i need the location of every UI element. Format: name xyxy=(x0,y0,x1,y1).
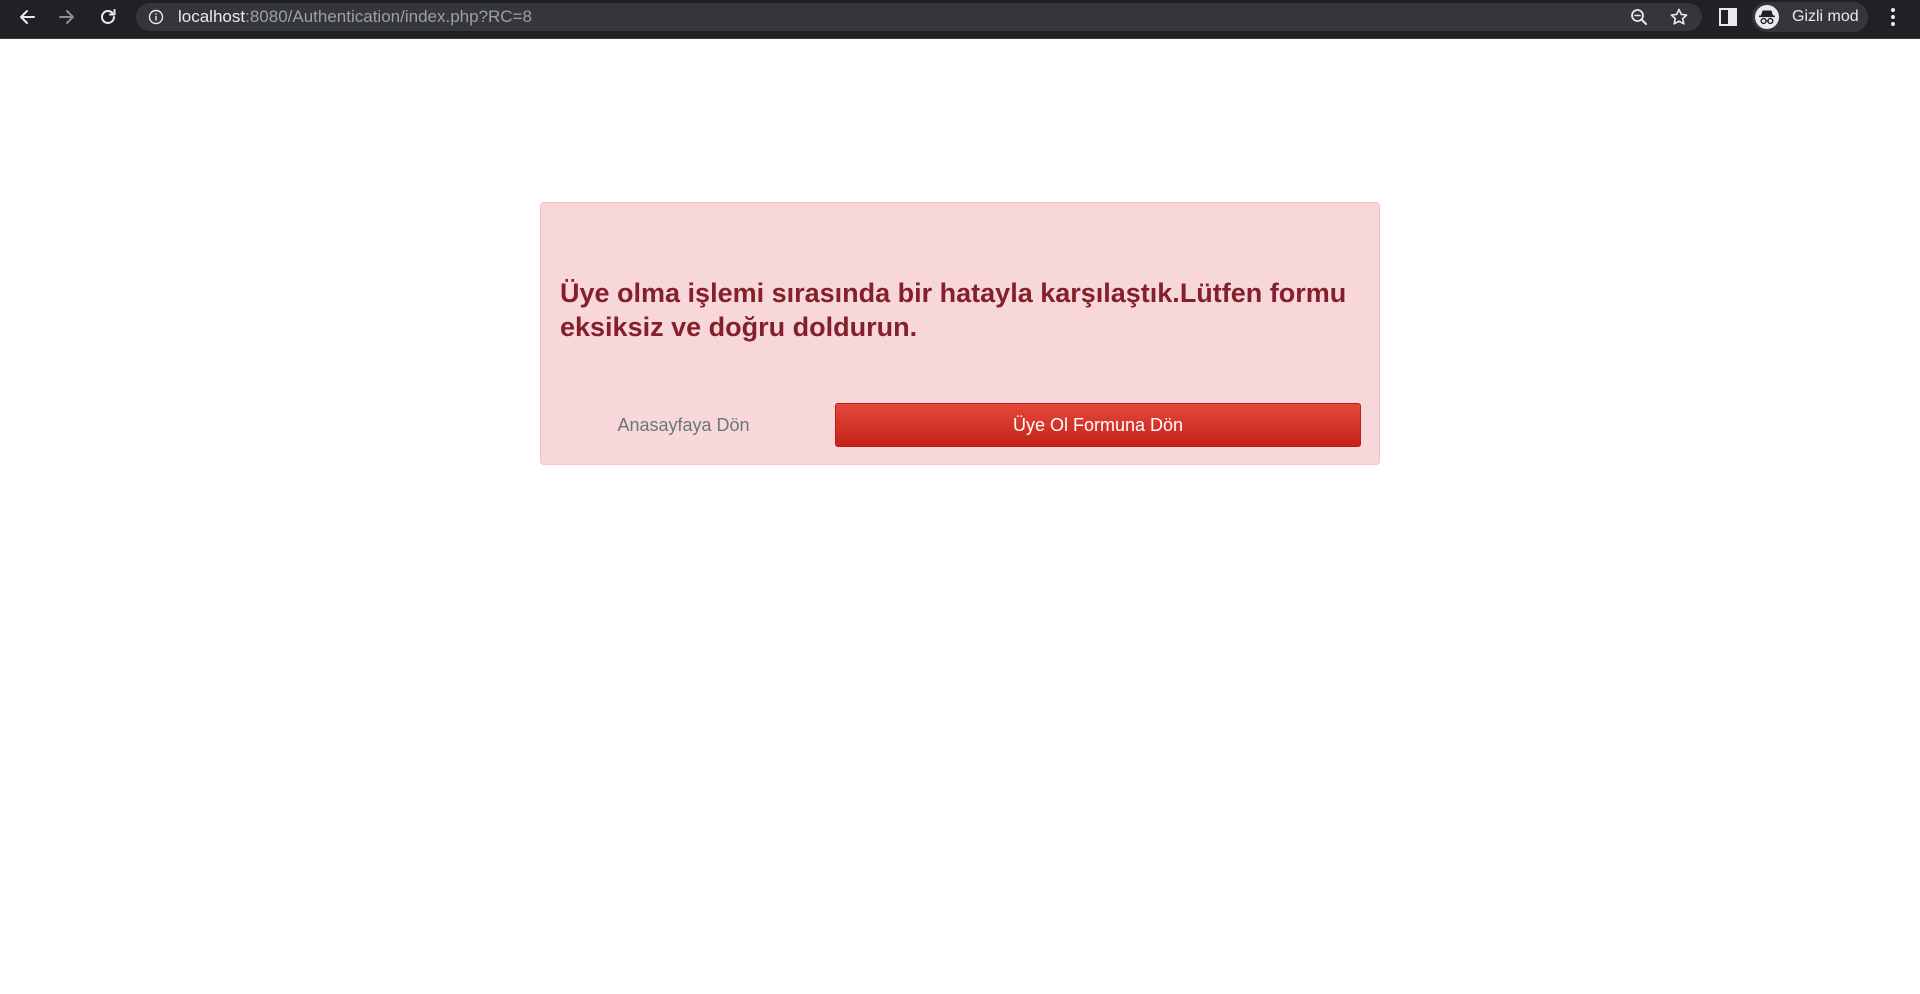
error-alert: Üye olma işlemi sırasında bir hatayla ka… xyxy=(540,202,1380,465)
incognito-avatar xyxy=(1755,5,1779,29)
browser-toolbar: localhost:8080/Authentication/index.php?… xyxy=(0,0,1920,39)
incognito-profile-chip[interactable]: Gizli mod xyxy=(1752,2,1868,32)
home-button[interactable]: Anasayfaya Dön xyxy=(561,403,806,447)
forward-button[interactable] xyxy=(47,0,87,33)
more-menu-button[interactable] xyxy=(1880,4,1906,30)
reload-button[interactable] xyxy=(88,0,128,33)
forward-arrow-icon xyxy=(59,9,74,24)
url-text[interactable]: localhost:8080/Authentication/index.php?… xyxy=(178,3,532,31)
error-message: Üye olma işlemi sırasında bir hatayla ka… xyxy=(560,278,1347,342)
side-panel-icon[interactable] xyxy=(1717,6,1739,28)
profile-label: Gizli mod xyxy=(1792,8,1859,25)
more-menu-icon xyxy=(1891,8,1895,26)
address-bar[interactable]: localhost:8080/Authentication/index.php?… xyxy=(136,3,1702,31)
incognito-icon xyxy=(1759,10,1775,25)
reload-icon xyxy=(101,8,116,24)
url-host: localhost xyxy=(178,7,246,26)
zoom-out-icon[interactable] xyxy=(1629,7,1649,27)
back-arrow-icon xyxy=(20,9,35,24)
url-path: :8080/Authentication/index.php?RC=8 xyxy=(245,7,532,26)
bookmark-star-icon[interactable] xyxy=(1669,7,1689,27)
back-to-signup-button[interactable]: Üye Ol Formuna Dön xyxy=(835,403,1361,447)
back-button[interactable] xyxy=(7,0,47,33)
site-info-icon[interactable] xyxy=(148,9,164,25)
